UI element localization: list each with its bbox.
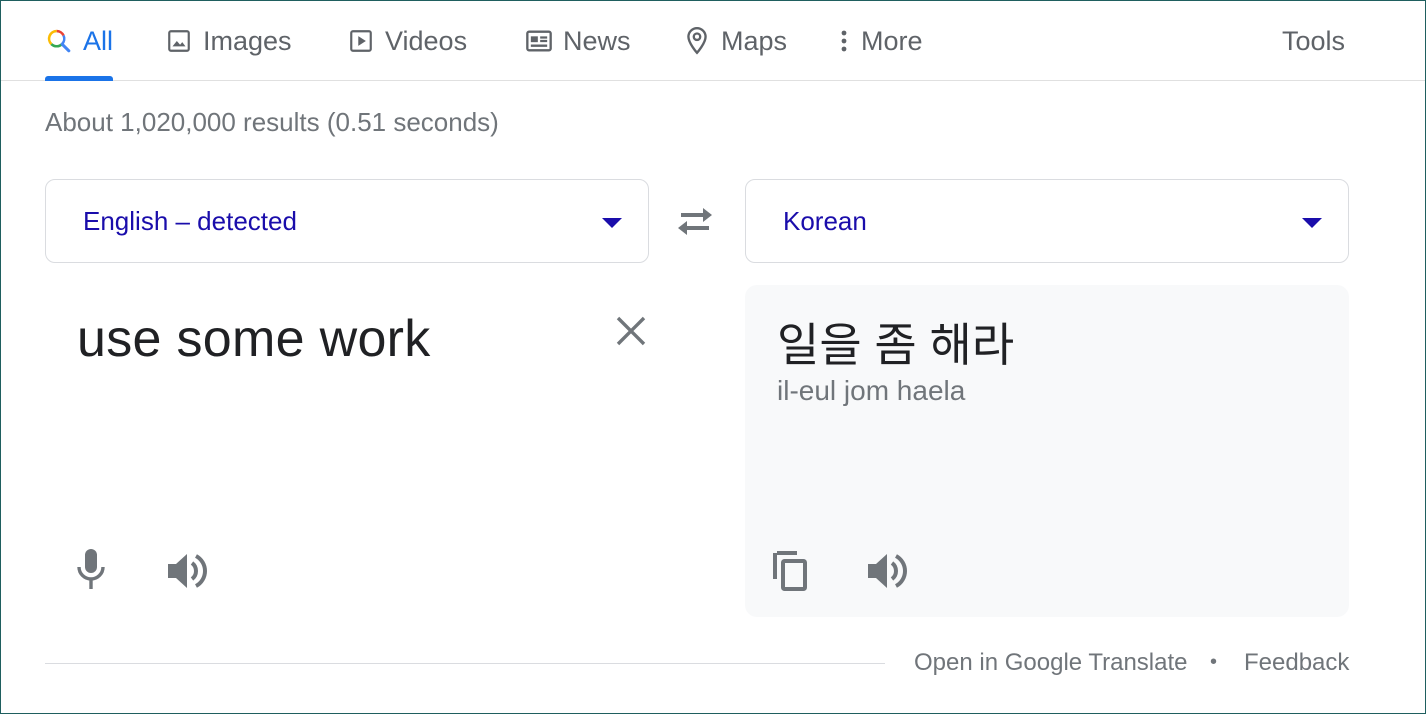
romanization-text: il-eul jom haela xyxy=(777,375,966,406)
swap-icon xyxy=(678,208,712,235)
close-icon xyxy=(616,316,646,346)
target-language-label: Korean xyxy=(783,205,867,236)
tab-news[interactable]: News xyxy=(525,1,631,81)
tab-images-label: Images xyxy=(203,25,292,56)
tab-all[interactable]: All xyxy=(45,1,114,81)
dropdown-arrow-icon xyxy=(602,218,622,228)
feedback-link[interactable]: Feedback xyxy=(1244,649,1349,677)
more-vert-icon xyxy=(837,27,851,55)
tab-more[interactable]: More xyxy=(837,1,923,81)
tools-label: Tools xyxy=(1282,25,1346,56)
search-icon xyxy=(45,27,73,55)
dropdown-arrow-icon xyxy=(1302,218,1322,228)
translation-result-panel: 일을 좀 해라 il-eul jom haela xyxy=(745,285,1349,617)
tab-videos[interactable]: Videos xyxy=(347,1,467,81)
tab-all-label: All xyxy=(83,25,114,56)
voice-input-button[interactable] xyxy=(71,545,111,593)
swap-languages-button[interactable] xyxy=(673,201,717,241)
tab-news-label: News xyxy=(563,25,631,56)
target-language-select[interactable]: Korean xyxy=(745,179,1349,263)
speaker-icon xyxy=(868,554,907,588)
listen-translation-button[interactable] xyxy=(863,549,911,593)
map-pin-icon xyxy=(683,26,711,55)
tab-images[interactable]: Images xyxy=(165,1,292,81)
listen-source-button[interactable] xyxy=(163,549,211,593)
footer-divider xyxy=(45,663,885,664)
tab-maps-label: Maps xyxy=(721,25,788,56)
tab-videos-label: Videos xyxy=(385,25,468,56)
tab-maps[interactable]: Maps xyxy=(683,1,787,81)
open-in-google-translate-link[interactable]: Open in Google Translate xyxy=(914,649,1188,677)
copy-translation-button[interactable] xyxy=(769,547,813,595)
video-icon xyxy=(347,27,375,55)
copy-icon xyxy=(773,551,807,591)
news-icon xyxy=(525,27,553,55)
clear-button[interactable] xyxy=(613,313,649,349)
speaker-icon xyxy=(168,554,207,588)
source-language-select[interactable]: English – detected xyxy=(45,179,649,263)
result-stats: About 1,020,000 results (0.51 seconds) xyxy=(45,107,499,137)
source-language-label: English – detected xyxy=(83,205,297,236)
microphone-icon xyxy=(77,549,105,589)
search-tabs-bar: All Images Videos News Maps More Tools xyxy=(1,1,1425,81)
image-icon xyxy=(165,27,193,55)
tab-more-label: More xyxy=(861,25,923,56)
source-text-input[interactable]: use some work xyxy=(77,309,431,369)
footer-separator: • xyxy=(1210,651,1218,673)
tools-button[interactable]: Tools xyxy=(1282,1,1345,81)
translated-text: 일을 좀 해라 xyxy=(777,319,1015,371)
